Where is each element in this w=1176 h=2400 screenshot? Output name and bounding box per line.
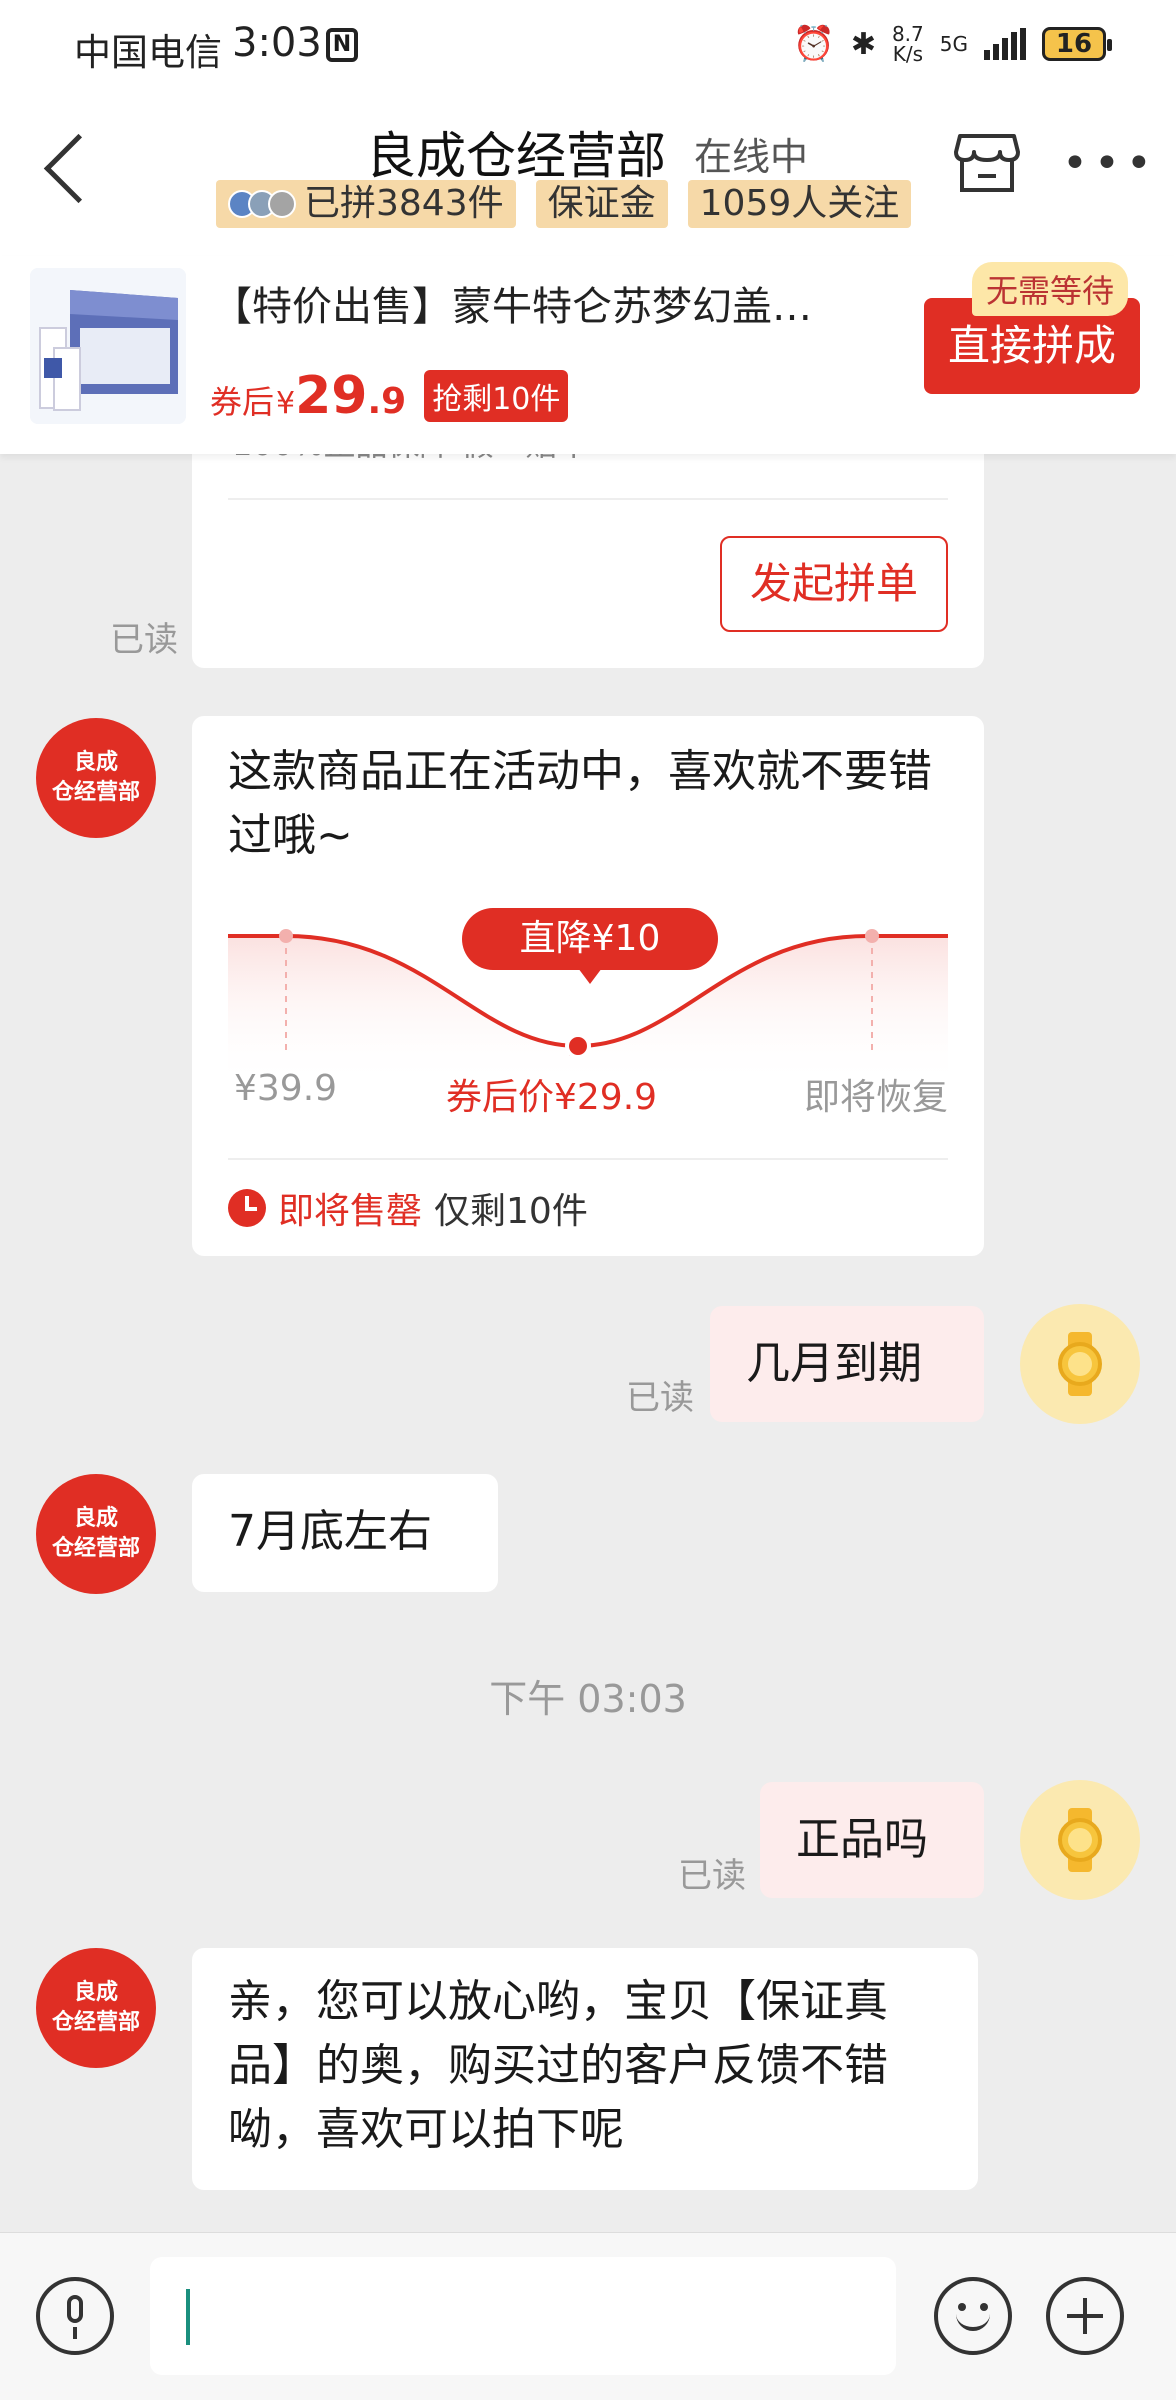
more-icon[interactable]: ••• bbox=[1062, 142, 1158, 186]
status-bar: 中国电信 3:03 N ⏰ ✱ 8.7 K/s 5G 16 bbox=[0, 0, 1176, 96]
product-image[interactable] bbox=[30, 268, 186, 424]
network-speed: 8.7 K/s bbox=[891, 22, 924, 66]
price-labels: ¥39.9 券后价¥29.9 即将恢复 bbox=[228, 1068, 948, 1118]
nfc-icon: N bbox=[326, 28, 358, 62]
read-receipt: 已读 bbox=[626, 1378, 694, 1418]
text-cursor bbox=[186, 2289, 190, 2345]
product-card-message: 100%正品保障 假一赔十 发起拼单 bbox=[192, 440, 984, 668]
tag-deposit[interactable]: 保证金 bbox=[535, 180, 668, 228]
input-bar bbox=[0, 2232, 1176, 2400]
status-icons: ⏰ ✱ 8.7 K/s 5G 16 bbox=[792, 22, 1112, 66]
online-status: 在线中 bbox=[694, 135, 809, 179]
shop-tags: 已拼3843件 保证金 1059人关注 bbox=[216, 180, 912, 228]
divider bbox=[228, 1158, 948, 1160]
promo-text: 这款商品正在活动中，喜欢就不要错过哦~ bbox=[228, 746, 932, 861]
no-wait-badge: 无需等待 bbox=[972, 262, 1129, 316]
start-group-button[interactable]: 发起拼单 bbox=[720, 536, 948, 632]
read-receipt: 已读 bbox=[678, 1856, 746, 1896]
battery-icon: 16 bbox=[1042, 27, 1112, 61]
product-bar[interactable]: 【特价出售】蒙牛特仑苏梦幻盖… 券后 ¥ 29 .9 抢剩10件 无需等待 直接… bbox=[0, 256, 1176, 454]
carrier-name: 中国电信 bbox=[74, 31, 222, 74]
read-receipt: 已读 bbox=[110, 620, 178, 660]
product-title[interactable]: 【特价出售】蒙牛特仑苏梦幻盖… bbox=[212, 274, 892, 332]
buyer-avatars bbox=[228, 190, 296, 218]
restore-label: 即将恢复 bbox=[803, 1077, 948, 1118]
chat-header: 良成仓经营部 在线中 已拼3843件 保证金 1059人关注 ••• bbox=[0, 96, 1176, 256]
emoji-icon[interactable] bbox=[934, 2277, 1012, 2355]
tag-followers: 1059人关注 bbox=[687, 180, 912, 228]
original-price: ¥39.9 bbox=[234, 1068, 338, 1109]
clock-icon bbox=[228, 1189, 266, 1227]
shop-avatar[interactable]: 良成 仓经营部 bbox=[36, 1474, 156, 1594]
timestamp: 下午 03:03 bbox=[489, 1677, 687, 1721]
message-input[interactable] bbox=[150, 2257, 896, 2375]
watch-icon bbox=[1058, 1808, 1102, 1872]
shop-name[interactable]: 良成仓经营部 bbox=[366, 116, 666, 188]
signal-icon bbox=[984, 28, 1026, 60]
clock-time: 3:03 bbox=[232, 20, 322, 66]
back-arrow-icon[interactable] bbox=[40, 126, 90, 206]
user-message[interactable]: 几月到期 bbox=[710, 1306, 984, 1422]
promo-card-message[interactable]: 这款商品正在活动中，喜欢就不要错过哦~ 直降¥10 ¥39.9 券后价¥29.9… bbox=[192, 716, 984, 1256]
plus-icon[interactable] bbox=[1046, 2277, 1124, 2355]
store-icon[interactable] bbox=[954, 132, 1020, 194]
microphone-icon[interactable] bbox=[36, 2277, 114, 2355]
shop-avatar[interactable]: 良成 仓经营部 bbox=[36, 1948, 156, 2068]
soldout-row: 即将售罄 仅剩10件 bbox=[228, 1182, 588, 1234]
shop-avatar[interactable]: 良成 仓经营部 bbox=[36, 718, 156, 838]
watch-icon bbox=[1058, 1332, 1102, 1396]
shop-message[interactable]: 亲，您可以放心哟，宝贝【保证真品】的奥，购买过的客户反馈不错呦，喜欢可以拍下呢 bbox=[192, 1948, 978, 2190]
product-price: 券后 ¥ 29 .9 抢剩10件 bbox=[210, 366, 569, 426]
soldout-label: 即将售罄 bbox=[278, 1191, 423, 1232]
shop-message[interactable]: 7月底左右 bbox=[192, 1474, 498, 1592]
remaining-label: 仅剩10件 bbox=[434, 1191, 588, 1232]
alarm-icon: ⏰ bbox=[792, 24, 835, 64]
tag-group-count: 已拼3843件 bbox=[216, 180, 516, 228]
price-drop-badge: 直降¥10 bbox=[462, 908, 718, 984]
divider bbox=[228, 498, 948, 500]
user-avatar[interactable] bbox=[1020, 1780, 1140, 1900]
network-type: 5G bbox=[939, 32, 968, 56]
user-avatar[interactable] bbox=[1020, 1304, 1140, 1424]
user-message[interactable]: 正品吗 bbox=[760, 1782, 984, 1898]
bluetooth-icon: ✱ bbox=[850, 26, 876, 62]
coupon-price: 券后价¥29.9 bbox=[446, 1077, 658, 1118]
stock-tag: 抢剩10件 bbox=[424, 370, 569, 422]
